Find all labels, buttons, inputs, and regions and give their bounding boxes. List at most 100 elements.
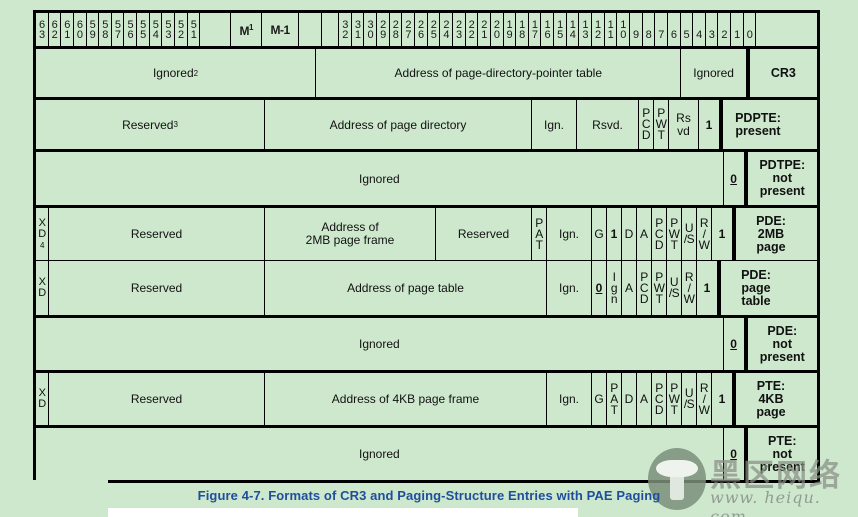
cr3-address-field: Address of page-directory-pointer table — [316, 49, 682, 97]
bit-14: 14 — [567, 13, 580, 46]
pte4kb-pwt-bit: PWT — [667, 373, 682, 425]
pte4kb-address-field: Address of 4KB page frame — [265, 373, 547, 425]
pte4kb-us-bit: U/S — [682, 373, 697, 425]
pdept-pwt-bit: PWT — [652, 261, 667, 315]
bit-58: 58 — [99, 13, 112, 46]
bit-60: 60 — [74, 13, 87, 46]
pde-2mb-page-row-label: PDE: 2MB page — [733, 208, 806, 260]
bit-55: 55 — [137, 13, 150, 46]
bit-31: 31 — [352, 13, 365, 46]
pde2mb-ign-field: Ign. — [547, 208, 592, 260]
figure-caption: Figure 4-7. Formats of CR3 and Paging-St… — [197, 488, 661, 503]
pte4kb-pat-bit: PAT — [607, 373, 622, 425]
bit-21: 21 — [478, 13, 491, 46]
pde2mb-g-bit: G — [592, 208, 607, 260]
bit-number-header-row: 63 62 61 60 59 58 57 56 55 54 53 52 51 M… — [36, 13, 817, 49]
bit-52: 52 — [175, 13, 188, 46]
pdept-address-field: Address of page table — [265, 261, 547, 315]
bit-51: 51 — [188, 13, 201, 46]
row-pte-4kb-page: XD Reserved Address of 4KB page frame Ig… — [36, 370, 817, 425]
bit-gap-mid2 — [322, 13, 340, 46]
bit-27: 27 — [402, 13, 416, 46]
pde2mb-ps-bit: 1 — [607, 208, 622, 260]
pdept-reserved-field: Reserved — [49, 261, 265, 315]
bit-5: 5 — [681, 13, 694, 46]
bit-10: 10 — [617, 13, 630, 46]
bit-17: 17 — [529, 13, 542, 46]
pdtpe-np-present-bit: 0 — [724, 152, 745, 205]
bit-18: 18 — [516, 13, 529, 46]
pdpte-present-row-label: PDPTE: present — [720, 100, 793, 149]
bit-28: 28 — [390, 13, 403, 46]
pde2mb-pat-bit: PAT — [532, 208, 547, 260]
bit-22: 22 — [466, 13, 479, 46]
pdept-us-bit: U/S — [667, 261, 682, 315]
bit-gap-left — [200, 13, 232, 46]
pde2mb-rw-bit: R / W — [697, 208, 712, 260]
pte4kb-g-bit: G — [592, 373, 607, 425]
bit-1: 1 — [731, 13, 744, 46]
pte-np-ignored-field: Ignored — [36, 428, 724, 480]
pdtpe-not-present-row-label: PDTPE: not present — [744, 152, 817, 205]
pde2mb-a-bit: A — [637, 208, 652, 260]
row-pdtpe-not-present: Ignored 0 PDTPE: not present — [36, 149, 817, 205]
row-pde-page-table: XD Reserved Address of page table Ign. 0… — [36, 260, 817, 315]
pte4kb-present-bit: 1 — [712, 373, 733, 425]
bit-26: 26 — [415, 13, 428, 46]
bit-m: M1 — [231, 13, 263, 46]
bit-30: 30 — [364, 13, 378, 46]
bit-53: 53 — [162, 13, 176, 46]
cr3-row-label: CR3 — [746, 49, 817, 97]
bit-23: 23 — [453, 13, 466, 46]
bit-19: 19 — [504, 13, 517, 46]
pde2mb-d-bit: D — [622, 208, 637, 260]
row-cr3: Ignored 2 Address of page-directory-point… — [36, 49, 817, 97]
bit-11: 11 — [605, 13, 618, 46]
bit-57: 57 — [112, 13, 125, 46]
bit-25: 25 — [428, 13, 441, 46]
bit-13: 13 — [579, 13, 593, 46]
pde2mb-pcd-bit: PCD — [652, 208, 667, 260]
pte4kb-a-bit: A — [637, 373, 652, 425]
row-pdpte-present: Reserved 3 Address of page directory Ign.… — [36, 97, 817, 149]
pte-not-present-row-label: PTE: not present — [744, 428, 817, 480]
pdpte-rsvd-field: Rsvd. — [577, 100, 639, 149]
pdept-ign-field: Ign. — [547, 261, 592, 315]
pdept-present-bit: 1 — [697, 261, 718, 315]
cr3-ignored-low-field: Ignored — [681, 49, 747, 97]
row-pte-not-present: Ignored 0 PTE: not present — [36, 425, 817, 480]
pde-page-table-row-label: PDE: page table — [718, 261, 791, 315]
cr3-ignored-field: Ignored 2 — [36, 49, 317, 97]
bit-54: 54 — [150, 13, 163, 46]
pde-np-ignored-field: Ignored — [36, 318, 724, 370]
pde2mb-present-bit: 1 — [712, 208, 733, 260]
pdept-a-bit: A — [622, 261, 637, 315]
bit-29: 29 — [377, 13, 390, 46]
pdpte-address-field: Address of page directory — [265, 100, 532, 149]
bit-59: 59 — [87, 13, 100, 46]
bit-3: 3 — [706, 13, 719, 46]
pte4kb-reserved-field: Reserved — [49, 373, 265, 425]
pte4kb-xd-bit: XD — [36, 373, 49, 425]
pte-np-present-bit: 0 — [724, 428, 745, 480]
bit-63: 63 — [36, 13, 49, 46]
pdpte-rsvd-bits: Rs vd — [669, 100, 699, 149]
bit-6: 6 — [668, 13, 681, 46]
pte-4kb-page-row-label: PTE: 4KB page — [733, 373, 806, 425]
bit-4: 4 — [693, 13, 706, 46]
bit-m-minus-1: M-1 — [262, 13, 299, 46]
pdpte-ign-field: Ign. — [532, 100, 577, 149]
bit-32: 32 — [339, 13, 352, 46]
pdtpe-np-ignored-field: Ignored — [36, 152, 724, 205]
bit-12: 12 — [592, 13, 605, 46]
bit-gap-mid — [299, 13, 322, 46]
bit-9: 9 — [630, 13, 643, 46]
pde2mb-pwt-bit: PWT — [667, 208, 682, 260]
pte4kb-ign-field: Ign. — [547, 373, 592, 425]
bit-62: 62 — [49, 13, 62, 46]
bit-2: 2 — [718, 13, 732, 46]
bit-7: 7 — [655, 13, 668, 46]
bit-16: 16 — [541, 13, 555, 46]
bit-0: 0 — [744, 13, 757, 46]
bit-header-label-spacer — [756, 13, 817, 46]
